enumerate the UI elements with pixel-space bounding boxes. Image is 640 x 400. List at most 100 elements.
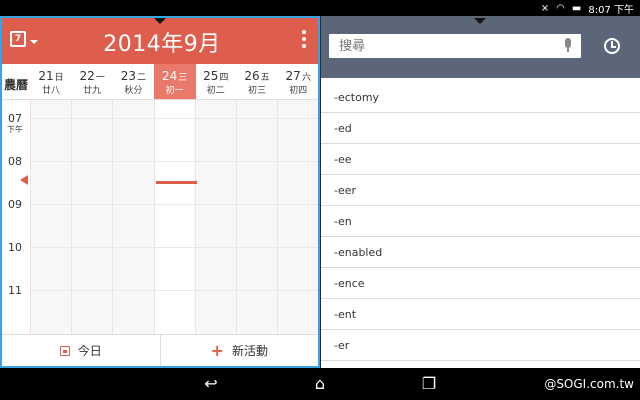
word-list-item[interactable]: -en [321,206,640,237]
search-input[interactable] [329,34,559,58]
hour-value: 08 [8,155,22,168]
day-lunar: 秋分 [124,86,143,96]
word-list-item[interactable]: -ectomy [321,82,640,113]
day-weekday: 一 [95,73,105,83]
day-column[interactable] [153,100,195,334]
day-weekday: 三 [178,73,188,83]
split-handle-right-icon[interactable] [474,18,486,24]
recents-icon[interactable]: ❐ [420,375,438,393]
hour-label: 09 [2,198,28,211]
calendar-header: 7 2014年9月 [2,18,318,64]
overflow-menu-icon[interactable] [302,30,306,48]
today-button-label: 今日 [77,344,102,358]
day-date: 27六 [277,69,318,85]
day-number: 25 [203,69,219,83]
hour-label: 11 [2,284,28,297]
tablet-screen: ⨯ ◠ ▬ 8:07 下午 7 2014年9月 農曆 21日 廿八 22一 廿九 23二… [0,0,640,400]
lunar-calendar-label: 農曆 [3,78,28,92]
word-list-item[interactable]: -ence [321,268,640,299]
hour-value: 10 [8,241,22,254]
hour-line [30,204,318,205]
split-handle-left-icon[interactable] [154,18,166,24]
back-icon[interactable]: ↩ [202,375,220,393]
word-list: -ectomy -ed -ee -eer -en -enabled -ence -ent -er [321,82,640,361]
day-date: 22一 [71,69,113,85]
today-button[interactable]: 今日 [2,335,160,366]
dropdown-caret-icon[interactable] [30,40,38,44]
dictionary-panel: -ectomy-ed-ee-eer-en-enabled-ence-ent-er [321,16,640,368]
time-grid[interactable]: 07 下午 08 09 10 11 [2,100,318,334]
word-list-item[interactable]: -eer [321,175,640,206]
word-list-item[interactable]: -ent [321,299,640,330]
day-lunar: 初一 [165,86,184,96]
hour-value: 09 [8,198,22,211]
history-icon[interactable] [604,38,620,54]
new-event-button-label: 新活動 [231,344,268,358]
day-header-4[interactable]: 25四 初二 [195,64,237,99]
mute-icon: ⨯ [540,2,550,14]
day-number: 27 [285,69,301,83]
day-weekday: 六 [301,73,311,83]
day-column[interactable] [112,100,154,334]
word-list-item[interactable]: -enabled [321,237,640,268]
hour-line [30,118,318,119]
home-icon[interactable]: ⌂ [311,375,329,393]
hour-value: 07 [8,112,22,125]
current-time-marker-icon [20,175,28,185]
plus-icon: + [210,340,224,360]
wifi-icon: ◠ [556,2,565,14]
day-lunar: 廿八 [41,86,60,96]
hour-label: 07 下午 [2,112,28,134]
battery-icon: ▬ [571,2,582,14]
search-box [329,34,581,58]
day-date: 25四 [195,69,237,85]
hour-period: 下午 [7,125,23,134]
day-header-0[interactable]: 21日 廿八 [30,64,72,99]
word-list-item[interactable]: -er [321,330,640,361]
day-column[interactable] [194,100,236,334]
day-lunar: 廿九 [83,86,102,96]
day-date: 23二 [112,69,154,85]
current-time-line [156,181,197,184]
day-number: 21 [38,69,54,83]
hour-line [30,247,318,248]
hour-line [30,161,318,162]
day-header-2[interactable]: 23二 秋分 [112,64,154,99]
day-lunar: 初四 [289,86,308,96]
day-weekday: 五 [260,73,270,83]
day-header-3[interactable]: 24三 初一 [153,64,196,99]
day-weekday: 二 [137,73,147,83]
clock: 8:07 下午 [588,5,634,16]
calendar-footer: 今日 + 新活動 [2,334,318,366]
hour-value: 11 [8,284,22,297]
day-number: 24 [161,69,178,83]
day-column[interactable] [71,100,113,334]
day-date: 21日 [30,69,72,85]
day-column[interactable] [30,100,72,334]
mic-icon[interactable] [565,38,571,52]
calendar-view-icon[interactable]: 7 [10,31,26,47]
today-icon [59,345,70,356]
hour-line [30,290,318,291]
day-column[interactable] [236,100,278,334]
new-event-button[interactable]: + 新活動 [159,335,319,366]
day-date: 24三 [154,69,196,85]
word-list-item[interactable]: -ee [321,144,640,175]
day-weekday: 日 [54,73,64,83]
calendar-title: 2014年9月 [103,32,221,57]
day-number: 22 [79,69,95,83]
day-weekday: 四 [219,73,229,83]
day-number: 26 [244,69,260,83]
day-column[interactable] [277,100,318,334]
hour-label: 08 [2,155,28,168]
dictionary-header [321,16,640,78]
day-header-1[interactable]: 22一 廿九 [71,64,113,99]
day-lunar: 初二 [206,86,225,96]
day-header-6[interactable]: 27六 初四 [277,64,318,99]
status-bar: ⨯ ◠ ▬ 8:07 下午 [0,0,640,16]
hour-label: 10 [2,241,28,254]
watermark: @SOGI.com.tw [544,377,634,391]
navigation-bar: ↩ ⌂ ❐ @SOGI.com.tw [0,368,640,400]
day-header-5[interactable]: 26五 初三 [236,64,278,99]
word-list-item[interactable]: -ed [321,113,640,144]
